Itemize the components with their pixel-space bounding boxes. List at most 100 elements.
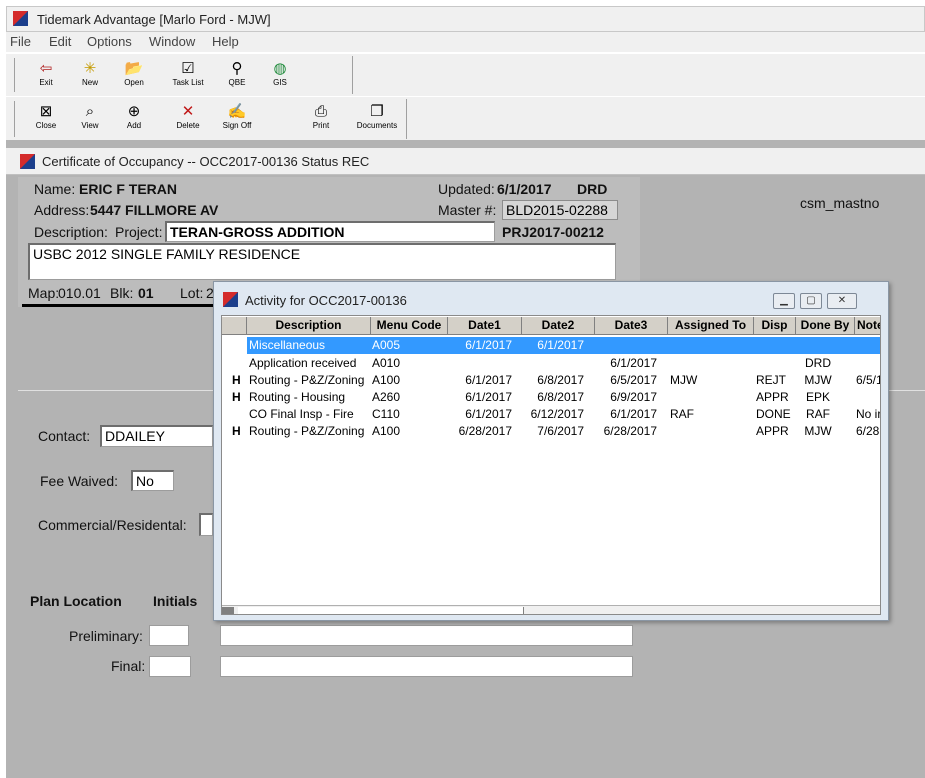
column-header-description[interactable]: Description xyxy=(247,317,371,335)
name-value: ERIC F TERAN xyxy=(79,181,177,197)
print-button[interactable]: ⎙ Print xyxy=(298,103,344,130)
column-header-date2[interactable]: Date2 xyxy=(522,317,595,335)
table-cell-note: 6/5/1 xyxy=(856,373,881,387)
close-button[interactable]: ⊠ Close xyxy=(23,103,69,130)
final-location-field[interactable] xyxy=(220,656,633,677)
binoculars-icon: ⚲ xyxy=(231,60,243,77)
new-button[interactable]: ✳ New xyxy=(67,60,113,87)
column-header-disp[interactable]: Disp xyxy=(754,317,796,335)
grid-row-header-corner xyxy=(222,317,247,335)
toolbar-grip xyxy=(14,58,15,92)
commercial-residential-field[interactable] xyxy=(199,513,213,536)
final-initials-field[interactable] xyxy=(149,656,191,677)
qbe-button[interactable]: ⚲ QBE xyxy=(214,60,260,87)
table-cell-date1: 6/1/2017 xyxy=(465,407,512,421)
toolbar-separator xyxy=(352,56,353,94)
blk-label: Blk: xyxy=(110,285,134,301)
horizontal-scrollbar[interactable] xyxy=(222,605,880,614)
preliminary-initials-field[interactable] xyxy=(149,625,189,646)
maximize-button[interactable]: ▢ xyxy=(800,293,822,309)
table-cell-date3: 6/1/2017 xyxy=(610,356,657,370)
add-button[interactable]: ⊕ Add xyxy=(111,103,157,130)
address-label: Address: xyxy=(34,202,90,218)
toolbar-grip xyxy=(14,101,15,137)
view-icon: ⌕ xyxy=(85,103,95,120)
menu-file[interactable]: File xyxy=(10,34,31,49)
table-cell-date2: 6/12/2017 xyxy=(530,407,584,421)
contact-field[interactable]: DDAILEY xyxy=(100,425,213,447)
globe-icon: ◍ xyxy=(273,60,287,77)
column-header-assigned-to[interactable]: Assigned To xyxy=(668,317,754,335)
open-button[interactable]: 📂 Open xyxy=(111,60,157,87)
table-cell-disp: REJT xyxy=(756,373,786,387)
view-button[interactable]: ⌕ View xyxy=(67,103,113,130)
preliminary-label: Preliminary: xyxy=(69,628,143,644)
new-icon: ✳ xyxy=(83,60,97,77)
project-name-field[interactable]: TERAN-GROSS ADDITION xyxy=(165,221,495,242)
table-cell-date3: 6/9/2017 xyxy=(610,390,657,404)
row-flag: H xyxy=(232,424,241,438)
description-text-field[interactable]: USBC 2012 SINGLE FAMILY RESIDENCE xyxy=(28,243,616,280)
scrollbar-thumb[interactable] xyxy=(238,607,524,614)
name-label: Name: xyxy=(34,181,76,197)
add-icon: ⊕ xyxy=(127,103,141,120)
column-header-done-by[interactable]: Done By xyxy=(796,317,855,335)
table-cell-date1: 6/28/2017 xyxy=(458,424,512,438)
table-cell-note: 6/28 xyxy=(856,424,880,438)
printer-icon: ⎙ xyxy=(314,103,327,120)
table-cell-date1: 6/1/2017 xyxy=(465,373,512,387)
scroll-left-icon[interactable] xyxy=(222,607,234,614)
table-cell-menu-code: A005 xyxy=(372,338,401,352)
table-cell-menu-code: C110 xyxy=(372,407,400,421)
menu-help[interactable]: Help xyxy=(212,34,239,49)
initials-label: Initials xyxy=(153,593,198,609)
document-titlebar: Certificate of Occupancy -- OCC2017-0013… xyxy=(6,148,925,175)
commercial-residential-label: Commercial/Residental: xyxy=(38,517,187,533)
column-header-note[interactable]: Note xyxy=(855,317,880,335)
delete-button[interactable]: ✕ Delete xyxy=(165,103,211,130)
document-logo-icon xyxy=(20,154,35,169)
menu-edit[interactable]: Edit xyxy=(49,34,71,49)
tab-underline xyxy=(22,304,218,307)
table-cell-assigned-to: MJW xyxy=(670,373,698,387)
table-cell-description: Miscellaneous xyxy=(249,338,326,352)
close-window-button[interactable]: ✕ xyxy=(827,293,857,309)
menu-bar: File Edit Options Window Help xyxy=(6,32,925,52)
minimize-button[interactable]: ▁ xyxy=(773,293,795,309)
close-icon: ⊠ xyxy=(39,103,53,120)
table-cell-date2: 6/1/2017 xyxy=(537,338,584,352)
menu-options[interactable]: Options xyxy=(87,34,132,49)
column-header-date3[interactable]: Date3 xyxy=(595,317,668,335)
minimize-icon: ▁ xyxy=(780,295,788,306)
activity-window-title: Activity for OCC2017-00136 xyxy=(245,293,407,308)
table-cell-note: No ir xyxy=(856,407,881,421)
sign-off-icon: ✍ xyxy=(227,103,247,120)
table-cell-menu-code: A100 xyxy=(372,424,401,438)
row-flag: H xyxy=(232,373,241,387)
column-header-menu-code[interactable]: Menu Code xyxy=(371,317,448,335)
maximize-icon: ▢ xyxy=(806,295,816,306)
master-label: Master #: xyxy=(438,202,497,218)
csm-mastno-label: csm_mastno xyxy=(800,195,880,211)
gis-button[interactable]: ◍ GIS xyxy=(257,60,303,87)
task-list-button[interactable]: ☑ Task List xyxy=(165,60,211,87)
documents-button[interactable]: ❐ Documents xyxy=(352,103,402,130)
blk-value: 01 xyxy=(138,285,154,301)
close-x-icon: ✕ xyxy=(837,295,847,306)
table-cell-done-by: EPK xyxy=(805,390,830,404)
activity-grid: Description Menu Code Date1 Date2 Date3 … xyxy=(221,315,881,615)
fee-waived-field[interactable]: No xyxy=(131,470,174,491)
column-header-date1[interactable]: Date1 xyxy=(448,317,522,335)
app-titlebar: Tidemark Advantage [Marlo Ford - MJW] xyxy=(6,6,925,32)
sign-off-button[interactable]: ✍ Sign Off xyxy=(214,103,260,130)
menu-window[interactable]: Window xyxy=(149,34,195,49)
app-logo-icon xyxy=(13,11,28,26)
exit-icon: ⇦ xyxy=(39,60,53,77)
master-number-field[interactable]: BLD2015-02288 xyxy=(502,200,618,220)
preliminary-location-field[interactable] xyxy=(220,625,633,646)
table-cell-date1: 6/1/2017 xyxy=(465,338,512,352)
table-cell-description: Routing - P&Z/Zoning xyxy=(249,373,365,387)
exit-button[interactable]: ⇦ Exit xyxy=(23,60,69,87)
final-label: Final: xyxy=(111,658,146,674)
fee-waived-label: Fee Waived: xyxy=(40,473,119,489)
